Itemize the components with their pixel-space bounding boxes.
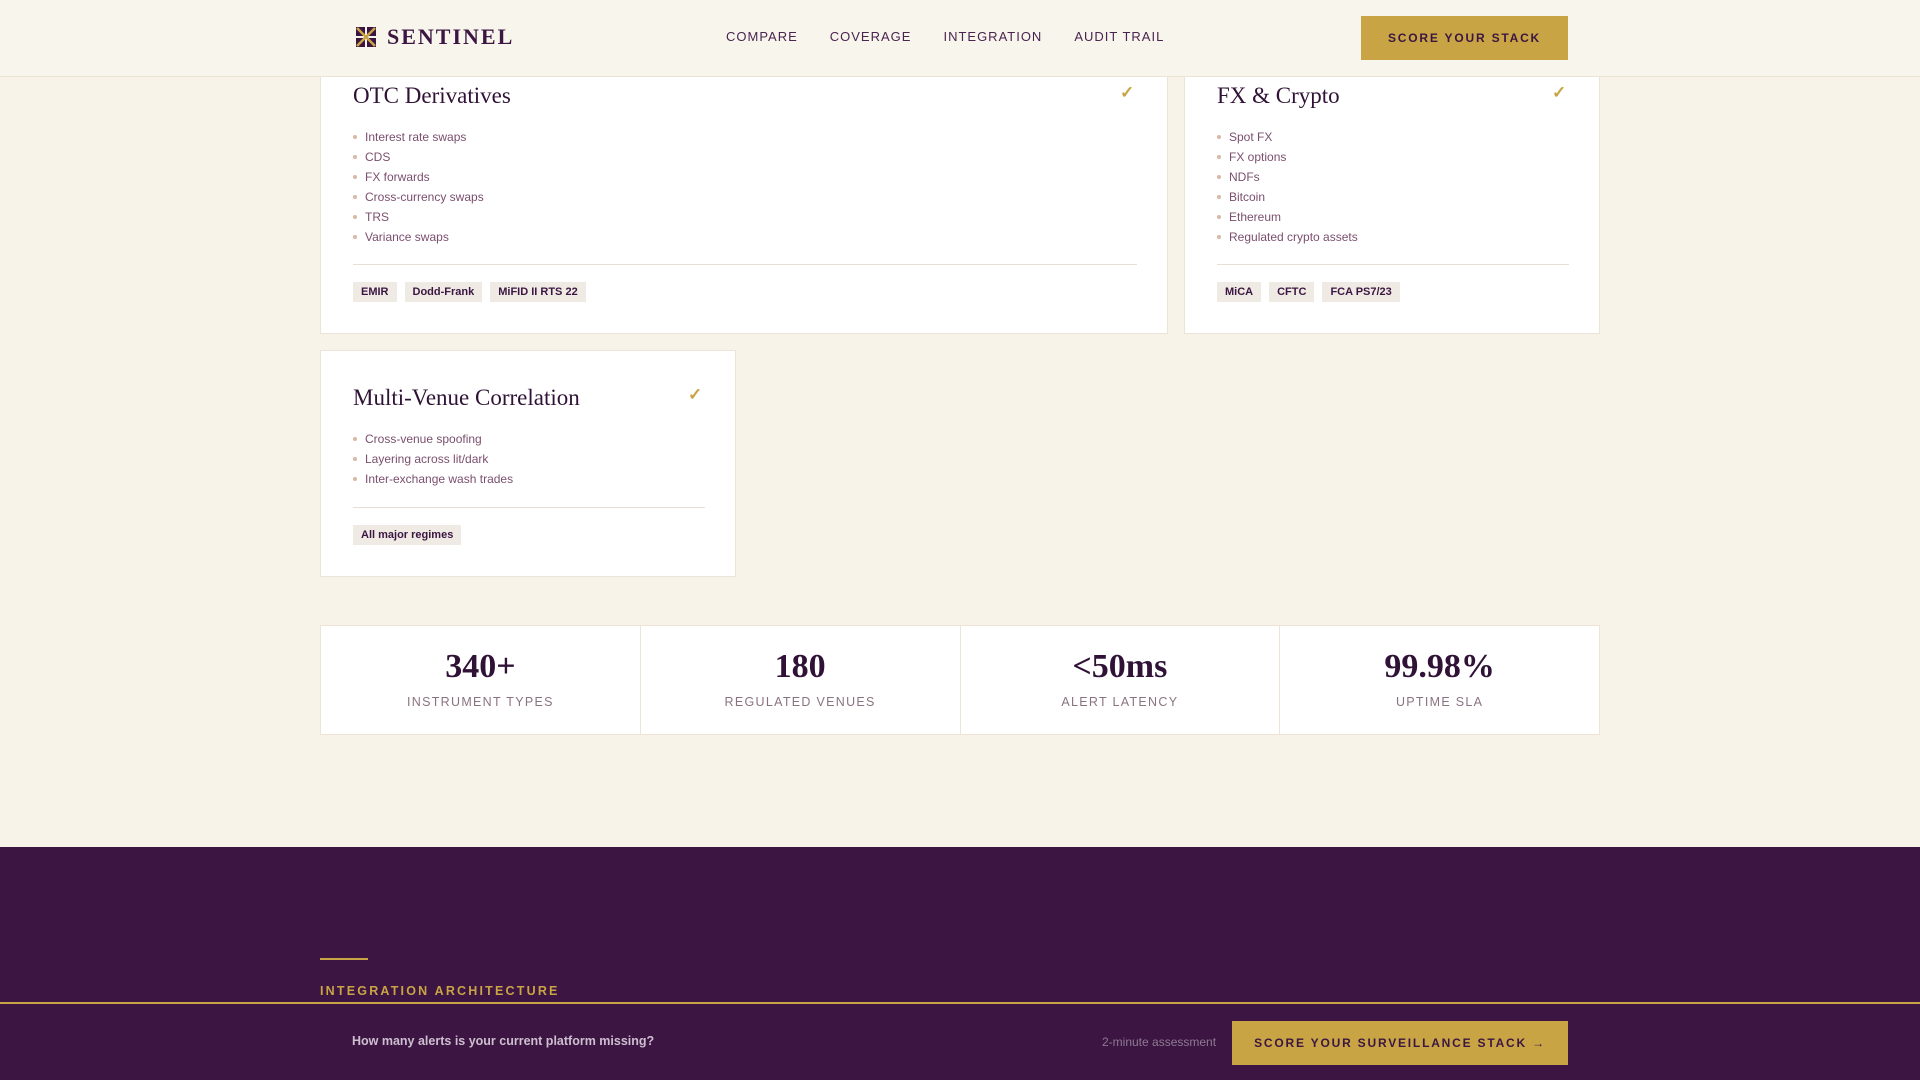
bullet-dot-icon (353, 155, 357, 159)
card-divider (1217, 264, 1569, 265)
bullet-dot-icon (1217, 155, 1221, 159)
bullet-dot-icon (353, 477, 357, 481)
list-item: Cross-venue spoofing (353, 429, 513, 449)
card-title: OTC Derivatives (353, 83, 511, 108)
bullet-dot-icon (353, 195, 357, 199)
sticky-question: How many alerts is your current platform… (352, 1034, 655, 1048)
bullet-dot-icon (353, 437, 357, 441)
bullet-dot-icon (353, 135, 357, 139)
stat-label: ALERT LATENCY (1061, 695, 1179, 709)
regulation-tags: All major regimes (353, 525, 462, 545)
regulation-tag: Dodd-Frank (404, 282, 483, 302)
card-title: FX & Crypto (1217, 83, 1340, 108)
instrument-list: Spot FX FX options NDFs Bitcoin Ethereum… (1217, 127, 1358, 247)
regulation-tags: MiCA CFTC FCA PS7/23 (1217, 282, 1400, 302)
stat-label: UPTIME SLA (1395, 695, 1484, 709)
coverage-card-fx-crypto: FX & Crypto ✓ Spot FX FX options NDFs Bi… (1184, 60, 1600, 334)
card-divider (353, 507, 705, 508)
main-nav: COMPARE COVERAGE INTEGRATION AUDIT TRAIL (726, 29, 1164, 44)
card-divider (353, 264, 1137, 265)
list-item: NDFs (1217, 167, 1358, 187)
list-item: Bitcoin (1217, 187, 1358, 207)
stat-regulated-venues: 180 REGULATED VENUES (641, 626, 961, 734)
nav-integration[interactable]: INTEGRATION (943, 29, 1042, 44)
stat-label: INSTRUMENT TYPES (407, 695, 554, 709)
section-eyebrow: INTEGRATION ARCHITECTURE (320, 984, 560, 998)
list-item: Regulated crypto assets (1217, 227, 1358, 247)
bullet-dot-icon (1217, 175, 1221, 179)
coverage-card-otc-derivatives: OTC Derivatives ✓ Interest rate swaps CD… (320, 60, 1168, 334)
instrument-list: Interest rate swaps CDS FX forwards Cros… (353, 127, 484, 247)
bullet-dot-icon (1217, 235, 1221, 239)
stat-uptime-sla: 99.98% UPTIME SLA (1280, 626, 1599, 734)
stat-value: <50ms (1072, 648, 1168, 685)
list-item: FX forwards (353, 167, 484, 187)
list-item: Ethereum (1217, 207, 1358, 227)
coverage-card-multi-venue: Multi-Venue Correlation ✓ Cross-venue sp… (320, 350, 736, 577)
bullet-dot-icon (353, 215, 357, 219)
brand-name: SENTINEL (387, 24, 515, 49)
brand-logo[interactable]: SENTINEL (355, 24, 514, 50)
list-item: FX options (1217, 147, 1358, 167)
score-your-stack-button[interactable]: SCORE YOUR STACK (1361, 16, 1568, 60)
stat-value: 180 (774, 648, 826, 685)
stat-value: 99.98% (1384, 648, 1495, 685)
check-icon: ✓ (688, 385, 703, 404)
site-header: SENTINEL COMPARE COVERAGE INTEGRATION AU… (0, 0, 1920, 77)
regulation-tag: EMIR (353, 282, 397, 302)
regulation-tag: FCA PS7/23 (1322, 282, 1400, 302)
instrument-list: Cross-venue spoofing Layering across lit… (353, 429, 513, 489)
nav-compare[interactable]: COMPARE (726, 29, 798, 44)
nav-coverage[interactable]: COVERAGE (830, 29, 912, 44)
list-item: Inter-exchange wash trades (353, 469, 513, 489)
sentinel-logo-icon (356, 27, 376, 47)
check-icon: ✓ (1552, 83, 1567, 102)
list-item: Layering across lit/dark (353, 449, 513, 469)
list-item: Interest rate swaps (353, 127, 484, 147)
stat-label: REGULATED VENUES (724, 695, 876, 709)
bullet-dot-icon (353, 175, 357, 179)
regulation-tag: CFTC (1269, 282, 1315, 302)
sticky-cta-bar: How many alerts is your current platform… (0, 1002, 1920, 1080)
bullet-dot-icon (1217, 135, 1221, 139)
score-surveillance-stack-button[interactable]: SCORE YOUR SURVEILLANCE STACK → (1232, 1021, 1568, 1065)
bullet-dot-icon (1217, 195, 1221, 199)
stat-alert-latency: <50ms ALERT LATENCY (961, 626, 1281, 734)
regulation-tag: MiCA (1217, 282, 1262, 302)
check-icon: ✓ (1120, 83, 1135, 102)
list-item: CDS (353, 147, 484, 167)
list-item: Spot FX (1217, 127, 1358, 147)
stat-instrument-types: 340+ INSTRUMENT TYPES (321, 626, 641, 734)
assessment-duration: 2-minute assessment (1102, 1035, 1217, 1049)
list-item: Cross-currency swaps (353, 187, 484, 207)
bullet-dot-icon (1217, 215, 1221, 219)
bullet-dot-icon (353, 457, 357, 461)
stats-strip: 340+ INSTRUMENT TYPES 180 REGULATED VENU… (320, 625, 1600, 735)
nav-audit-trail[interactable]: AUDIT TRAIL (1074, 29, 1164, 44)
eyebrow-rule (320, 958, 368, 960)
regulation-tag: All major regimes (353, 525, 462, 545)
list-item: TRS (353, 207, 484, 227)
regulation-tags: EMIR Dodd-Frank MiFID II RTS 22 (353, 282, 586, 302)
stat-value: 340+ (445, 648, 516, 685)
bullet-dot-icon (353, 235, 357, 239)
regulation-tag: MiFID II RTS 22 (490, 282, 586, 302)
card-title: Multi-Venue Correlation (353, 385, 580, 410)
list-item: Variance swaps (353, 227, 484, 247)
